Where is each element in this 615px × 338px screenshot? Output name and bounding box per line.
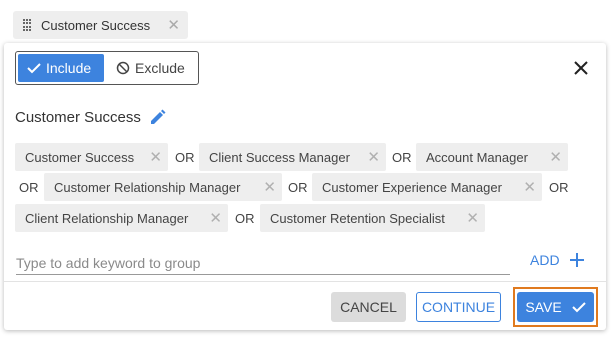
or-connector: OR [19, 180, 39, 195]
keyword-group-dialog: Include Exclude Customer Success Custome… [4, 43, 606, 330]
add-label: ADD [530, 252, 560, 268]
remove-keyword-icon[interactable]: ✕ [149, 148, 162, 166]
drag-handle-icon[interactable] [23, 19, 31, 31]
keyword-label: Client Relationship Manager [25, 210, 189, 226]
include-option[interactable]: Include [18, 54, 104, 82]
keyword-label: Customer Success [25, 149, 135, 165]
remove-keyword-icon[interactable]: ✕ [523, 178, 536, 196]
exclude-option[interactable]: Exclude [104, 54, 185, 82]
remove-keyword-icon[interactable]: ✕ [209, 209, 222, 227]
include-exclude-toggle: Include Exclude [15, 51, 199, 85]
exclude-label: Exclude [135, 60, 185, 76]
keyword-chip: Customer Relationship Manager ✕ [44, 173, 282, 201]
tab-label: Customer Success [41, 17, 151, 33]
keyword-chip: Client Success Manager ✕ [199, 143, 386, 171]
or-connector: OR [288, 180, 308, 195]
close-icon[interactable] [572, 59, 590, 77]
keyword-label: Customer Relationship Manager [54, 179, 241, 195]
keyword-chip: Customer Retention Specialist ✕ [260, 204, 485, 232]
keyword-chip: Account Manager ✕ [416, 143, 568, 171]
keyword-label: Client Success Manager [209, 149, 350, 165]
edit-pencil-icon[interactable] [149, 109, 166, 126]
cancel-label: CANCEL [340, 299, 397, 315]
keyword-label: Account Manager [426, 149, 528, 165]
or-connector: OR [235, 211, 255, 226]
plus-icon [569, 253, 584, 267]
include-label: Include [46, 60, 92, 76]
save-label: SAVE [525, 299, 562, 315]
save-button[interactable]: SAVE [517, 292, 594, 322]
group-title: Customer Success [15, 109, 166, 126]
or-connector: OR [175, 150, 195, 165]
keyword-chip: Customer Experience Manager ✕ [312, 173, 542, 201]
keyword-label: Customer Retention Specialist [270, 210, 445, 226]
keyword-chip: Customer Success ✕ [15, 143, 168, 171]
block-icon [116, 61, 130, 75]
add-keyword-button[interactable]: ADD [530, 252, 584, 268]
or-connector: OR [549, 180, 569, 195]
keyword-chip: Client Relationship Manager ✕ [15, 204, 228, 232]
continue-button[interactable]: CONTINUE [416, 292, 501, 322]
or-connector: OR [392, 150, 412, 165]
remove-keyword-icon[interactable]: ✕ [466, 209, 479, 227]
keyword-input[interactable] [16, 253, 510, 275]
remove-tab-icon[interactable]: ✕ [167, 16, 180, 34]
remove-keyword-icon[interactable]: ✕ [549, 148, 562, 166]
remove-keyword-icon[interactable]: ✕ [263, 178, 276, 196]
footer-divider [4, 281, 606, 282]
check-icon [27, 63, 41, 74]
remove-keyword-icon[interactable]: ✕ [367, 148, 380, 166]
group-title-text: Customer Success [15, 109, 141, 126]
continue-label: CONTINUE [421, 299, 496, 315]
check-icon [571, 302, 586, 313]
keyword-label: Customer Experience Manager [322, 179, 502, 195]
keyword-group-tab[interactable]: Customer Success ✕ [13, 11, 188, 39]
cancel-button[interactable]: CANCEL [331, 292, 406, 322]
